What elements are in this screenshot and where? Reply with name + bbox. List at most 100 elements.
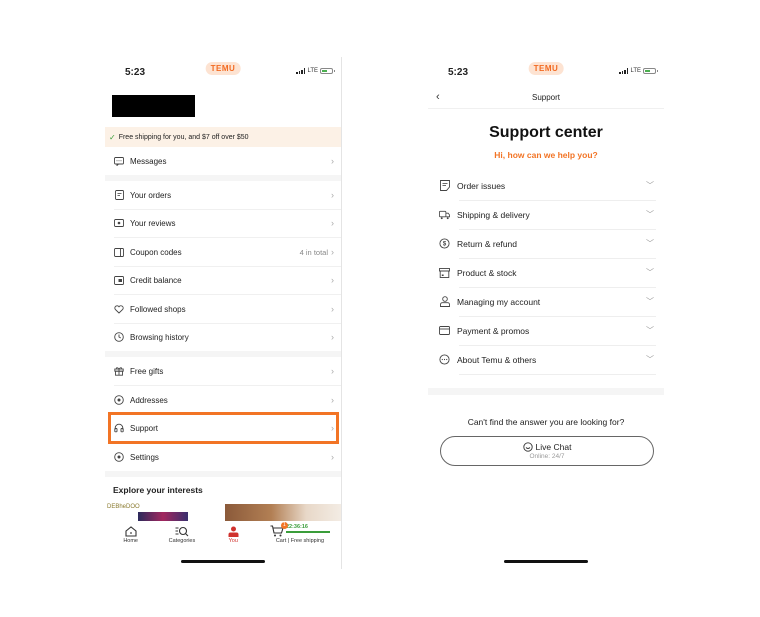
battery-icon <box>643 68 658 74</box>
shipping-banner-text: Free shipping for you, and $7 off over $… <box>118 133 249 141</box>
svg-text:$: $ <box>443 242 447 248</box>
divider <box>459 374 656 375</box>
home-indicator <box>181 560 265 563</box>
coupon-count: 4 in total <box>299 247 328 257</box>
cant-find-text: Can't find the answer you are looking fo… <box>467 417 625 427</box>
chevron-down-icon: ﹀ <box>646 239 654 248</box>
menu-item-label: Settings <box>130 452 159 462</box>
menu-item-label: Followed shops <box>130 304 186 314</box>
menu-item-coupon-codes[interactable]: Coupon codes 4 in total › <box>105 238 341 266</box>
faq-label: Return & refund <box>457 238 518 249</box>
orders-icon <box>114 190 124 200</box>
tab-home[interactable]: Home <box>105 521 156 551</box>
tab-cart[interactable]: 22:36:16 1 Cart | Free shipping <box>259 521 341 551</box>
support-highlight-box <box>108 412 339 444</box>
heart-icon <box>114 304 124 314</box>
live-chat-status: Online: 24/7 <box>529 453 565 460</box>
interest-tiles: DEBheDOO <box>105 504 341 521</box>
more-icon <box>439 354 450 365</box>
tab-categories[interactable]: Categories <box>156 521 207 551</box>
status-time: 5:23 <box>448 67 469 78</box>
coupon-icon <box>114 247 124 257</box>
menu-item-followed-shops[interactable]: Followed shops › <box>105 295 341 323</box>
network-label: LTE <box>630 68 641 74</box>
chevron-right-icon: › <box>331 366 334 376</box>
chevron-right-icon: › <box>331 190 334 200</box>
interest-tile[interactable] <box>225 504 341 521</box>
reviews-icon <box>114 218 124 228</box>
location-icon <box>114 395 124 405</box>
faq-label: Payment & promos <box>457 325 530 336</box>
menu-item-label: Addresses <box>130 395 168 405</box>
chevron-right-icon: › <box>331 332 334 342</box>
chevron-right-icon: › <box>331 156 334 166</box>
explore-heading: Explore your interests <box>113 485 203 495</box>
chevron-down-icon: ﹀ <box>646 355 654 364</box>
menu-item-browsing-history[interactable]: Browsing history › <box>105 323 341 351</box>
faq-product-stock[interactable]: Product & stock ﹀ <box>428 258 664 287</box>
battery-icon <box>320 68 335 74</box>
shipping-banner[interactable]: ✓ Free shipping for you, and $7 off over… <box>105 127 341 147</box>
page-title: Support center <box>489 124 603 141</box>
back-button[interactable]: ‹ <box>436 91 440 103</box>
chevron-left-icon: ‹ <box>436 91 440 103</box>
tile-image <box>138 512 188 521</box>
tab-label: Cart | Free shipping <box>275 538 325 544</box>
nav-title: Support <box>531 93 561 102</box>
status-bar: 5:23 TEMU LTE <box>105 57 341 87</box>
section-gap <box>105 471 341 477</box>
tab-label: Home <box>123 538 138 544</box>
screen-divider <box>341 57 342 569</box>
section-gap <box>428 388 664 395</box>
support-screen: 5:23 TEMU LTE ‹ Support Support center H… <box>428 57 664 569</box>
live-chat-label: Live Chat <box>535 442 572 452</box>
faq-managing-account[interactable]: Managing my account ﹀ <box>428 287 664 316</box>
signal-icon <box>296 68 306 74</box>
faq-return-refund[interactable]: $ Return & refund ﹀ <box>428 229 664 258</box>
chevron-right-icon: › <box>331 218 334 228</box>
chat-icon <box>522 442 533 452</box>
network-label: LTE <box>307 68 318 74</box>
chevron-down-icon: ﹀ <box>646 268 654 277</box>
clock-icon <box>114 332 124 342</box>
home-indicator <box>504 560 588 563</box>
account-screen: 5:23 TEMU LTE ✓ Free shipping for you, a… <box>105 57 341 569</box>
refund-icon: $ <box>439 238 450 249</box>
categories-icon <box>175 524 189 538</box>
user-icon <box>439 296 450 307</box>
faq-payment-promos[interactable]: Payment & promos ﹀ <box>428 316 664 345</box>
message-icon <box>114 156 124 166</box>
system-indicators: LTE <box>619 68 658 74</box>
live-chat-button[interactable]: Live Chat Online: 24/7 <box>440 436 654 466</box>
faq-order-issues[interactable]: Order issues ﹀ <box>428 171 664 200</box>
system-indicators: LTE <box>296 68 335 74</box>
chevron-down-icon: ﹀ <box>646 181 654 190</box>
status-bar: 5:23 TEMU LTE <box>428 57 664 87</box>
interest-tile[interactable]: DEBheDOO <box>105 504 220 521</box>
tile-brand-text: DEBheDOO <box>107 504 140 510</box>
menu-item-your-reviews[interactable]: Your reviews › <box>105 209 341 237</box>
faq-about-temu[interactable]: About Temu & others ﹀ <box>428 345 664 374</box>
menu-item-free-gifts[interactable]: Free gifts › <box>105 357 341 385</box>
temu-logo: TEMU <box>528 62 564 75</box>
chevron-right-icon: › <box>331 247 334 257</box>
menu-item-your-orders[interactable]: Your orders › <box>105 181 341 209</box>
faq-shipping-delivery[interactable]: Shipping & delivery ﹀ <box>428 200 664 229</box>
check-icon: ✓ <box>109 132 116 142</box>
menu-item-settings[interactable]: Settings › <box>105 443 341 471</box>
menu-item-addresses[interactable]: Addresses › <box>105 386 341 414</box>
settings-icon <box>114 452 124 462</box>
free-shipping-timer: 22:36:16 <box>285 524 330 533</box>
chevron-down-icon: ﹀ <box>646 326 654 335</box>
chevron-right-icon: › <box>331 395 334 405</box>
menu-item-credit-balance[interactable]: Credit balance › <box>105 266 341 294</box>
tab-label: You <box>228 538 238 544</box>
menu-item-label: Messages <box>130 156 167 166</box>
tab-you[interactable]: You <box>208 521 259 551</box>
menu-item-messages[interactable]: Messages › <box>105 147 341 175</box>
chevron-right-icon: › <box>331 275 334 285</box>
gift-icon <box>114 366 124 376</box>
faq-label: Managing my account <box>457 296 541 307</box>
credit-icon <box>114 275 124 285</box>
box-icon <box>439 267 450 278</box>
